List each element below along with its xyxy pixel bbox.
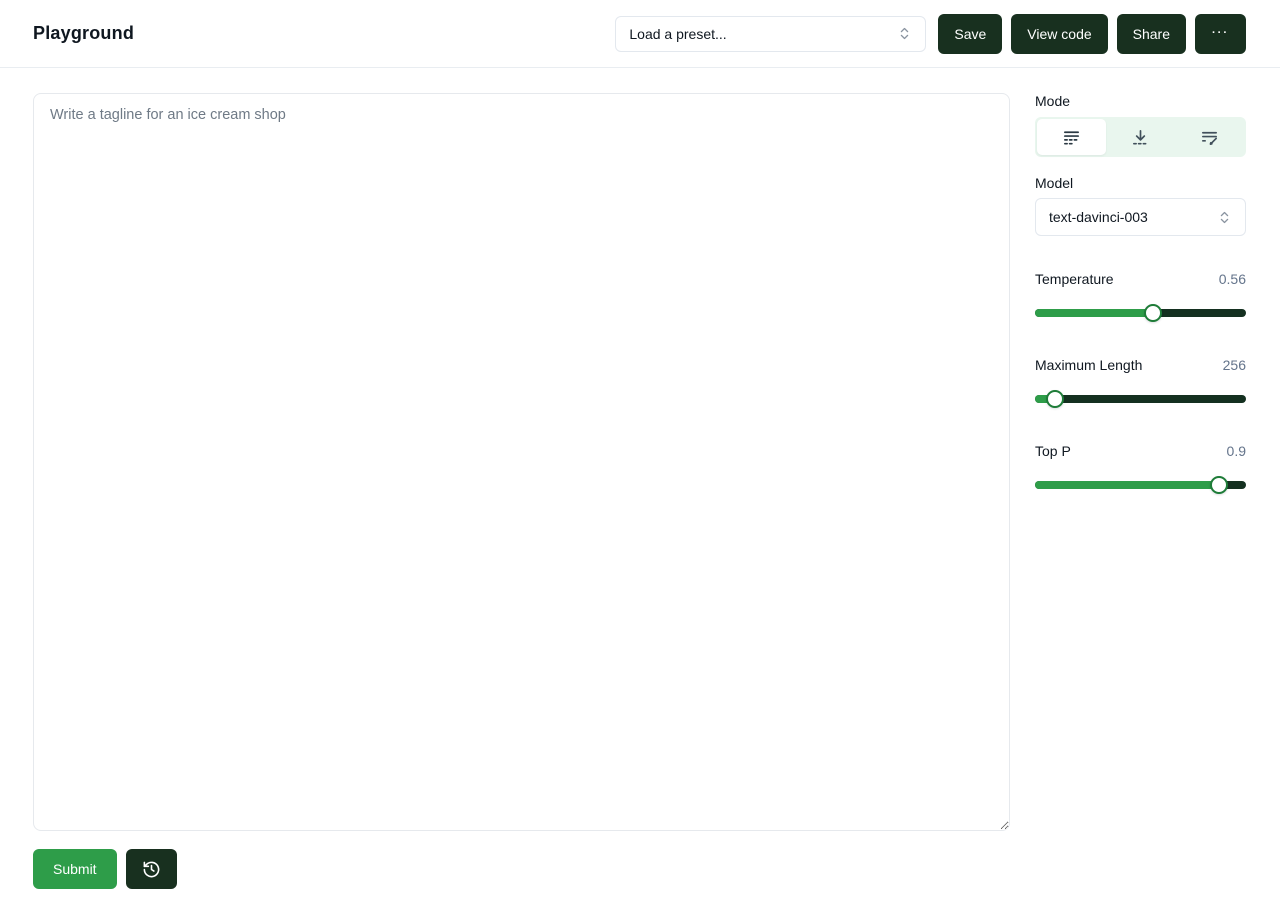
history-button[interactable]: [126, 849, 177, 889]
temperature-label: Temperature: [1035, 271, 1114, 287]
temperature-slider[interactable]: [1035, 304, 1246, 322]
temperature-slider-thumb[interactable]: [1144, 304, 1162, 322]
load-preset-select[interactable]: Load a preset...: [615, 16, 926, 52]
model-select[interactable]: text-davinci-003: [1035, 198, 1246, 236]
share-button[interactable]: Share: [1117, 14, 1186, 54]
complete-mode-icon: [1062, 128, 1081, 147]
header: Playground Load a preset... Save View co…: [0, 0, 1280, 68]
temperature-value: 0.56: [1219, 271, 1246, 287]
maximum-length-header: Maximum Length 256: [1035, 356, 1246, 373]
slider-fill: [1035, 481, 1219, 489]
mode-tab-group: [1035, 117, 1246, 157]
temperature-header: Temperature 0.56: [1035, 270, 1246, 287]
top-p-param: Top P 0.9: [1035, 442, 1246, 494]
model-block: Model text-davinci-003: [1035, 175, 1246, 236]
slider-fill: [1035, 309, 1153, 317]
maximum-length-value: 256: [1223, 357, 1246, 373]
mode-tab-insert[interactable]: [1106, 119, 1175, 155]
maximum-length-param: Maximum Length 256: [1035, 356, 1246, 408]
temperature-param: Temperature 0.56: [1035, 270, 1246, 322]
main-content: Submit Mode: [0, 68, 1280, 889]
top-p-slider[interactable]: [1035, 476, 1246, 494]
top-p-header: Top P 0.9: [1035, 442, 1246, 459]
save-button[interactable]: Save: [938, 14, 1002, 54]
chevron-up-down-icon: [1217, 210, 1232, 225]
slider-track[interactable]: [1035, 395, 1246, 403]
editor-column: Submit: [33, 93, 1010, 889]
settings-sidebar: Mode Model text-davinci-003: [1035, 93, 1246, 889]
mode-tab-complete[interactable]: [1037, 119, 1106, 155]
more-options-button[interactable]: ···: [1195, 14, 1246, 54]
insert-mode-icon: [1131, 128, 1150, 147]
prompt-textarea[interactable]: [33, 93, 1010, 831]
history-icon: [142, 860, 161, 879]
view-code-button[interactable]: View code: [1011, 14, 1107, 54]
editor-footer: Submit: [33, 849, 1010, 889]
maximum-length-slider-thumb[interactable]: [1046, 390, 1064, 408]
maximum-length-slider[interactable]: [1035, 390, 1246, 408]
page-title: Playground: [33, 23, 134, 44]
top-p-label: Top P: [1035, 443, 1071, 459]
top-p-value: 0.9: [1227, 443, 1246, 459]
edit-mode-icon: [1200, 128, 1219, 147]
model-select-value: text-davinci-003: [1049, 209, 1148, 225]
maximum-length-label: Maximum Length: [1035, 357, 1142, 373]
model-label: Model: [1035, 175, 1246, 191]
mode-label: Mode: [1035, 93, 1246, 109]
mode-tab-edit[interactable]: [1175, 119, 1244, 155]
top-p-slider-thumb[interactable]: [1210, 476, 1228, 494]
chevron-up-down-icon: [897, 26, 912, 41]
submit-button[interactable]: Submit: [33, 849, 117, 889]
load-preset-value: Load a preset...: [629, 26, 726, 42]
